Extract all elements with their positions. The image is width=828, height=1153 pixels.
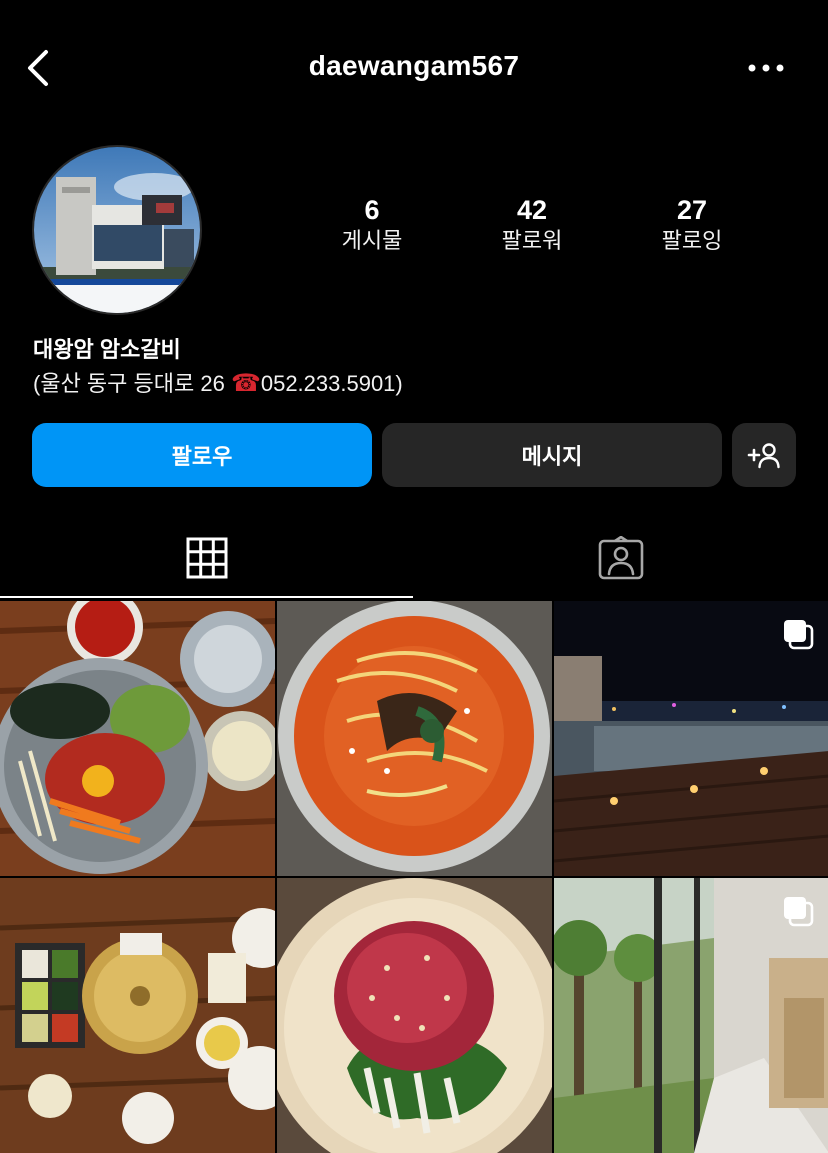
- profile-username: daewangam567: [308, 50, 520, 81]
- tab-posts-grid[interactable]: [0, 518, 414, 598]
- stat-following-count: 27: [676, 195, 708, 225]
- profile-avatar[interactable]: [32, 145, 202, 315]
- post-image: [277, 878, 552, 1153]
- add-person-icon: [747, 443, 780, 469]
- suggested-accounts-button[interactable]: [732, 423, 796, 487]
- top-bar: daewangam567: [0, 0, 828, 136]
- post-thumbnail-1[interactable]: [0, 601, 275, 876]
- post-image: [277, 601, 552, 876]
- post-thumbnail-5[interactable]: [277, 878, 552, 1153]
- bio-address: (울산 동구 등대로 26: [33, 371, 231, 396]
- post-thumbnail-4[interactable]: [0, 878, 275, 1153]
- stat-followers-count: 42: [516, 195, 548, 225]
- profile-tabs: [0, 518, 828, 600]
- bio-phone: 052.233.5901): [260, 371, 403, 396]
- bio-display-name: 대왕암 암소갈비: [33, 337, 181, 362]
- active-tab-indicator: [0, 596, 413, 598]
- grid-icon: [186, 537, 228, 579]
- telephone-icon: ☎: [230, 370, 261, 397]
- follow-button[interactable]: 팔로우: [32, 423, 372, 487]
- tagged-person-icon: [598, 536, 644, 580]
- avatar-image: [34, 147, 200, 313]
- bio-address-line: (울산 동구 등대로 26 ☎052.233.5901): [33, 366, 403, 398]
- stat-following[interactable]: 27 팔로잉: [612, 193, 772, 255]
- stat-posts-count: 6: [364, 195, 380, 225]
- stat-posts[interactable]: 6 게시물: [292, 193, 452, 255]
- more-options-button[interactable]: [744, 54, 788, 82]
- post-thumbnail-6[interactable]: [554, 878, 828, 1153]
- post-thumbnail-2[interactable]: [277, 601, 552, 876]
- stat-posts-label: 게시물: [341, 228, 403, 253]
- stat-followers-label: 팔로워: [501, 228, 563, 253]
- post-thumbnail-3[interactable]: [554, 601, 828, 876]
- carousel-multiple-icon: [784, 897, 814, 927]
- stat-following-label: 팔로잉: [661, 228, 723, 253]
- more-horizontal-icon: [748, 64, 784, 72]
- carousel-multiple-icon: [784, 620, 814, 650]
- post-image: [0, 601, 275, 876]
- tab-tagged[interactable]: [414, 518, 828, 598]
- stat-followers[interactable]: 42 팔로워: [452, 193, 612, 255]
- message-button[interactable]: 메시지: [382, 423, 722, 487]
- post-image: [0, 878, 275, 1153]
